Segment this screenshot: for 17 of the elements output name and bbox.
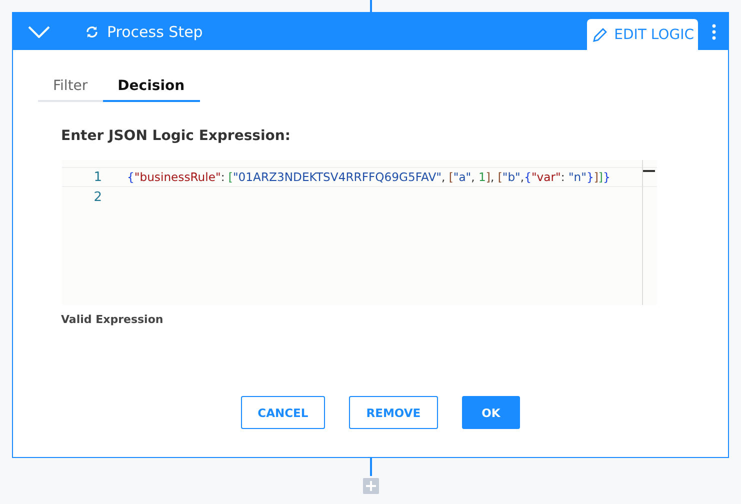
line-number: 1 bbox=[92, 170, 102, 184]
tab[interactable]: Filter bbox=[38, 74, 103, 102]
edit-logic-button[interactable]: EDIT LOGIC bbox=[587, 19, 698, 50]
sync-icon bbox=[85, 24, 99, 38]
code-editor[interactable]: 1 {"businessRule": ["01ARZ3NDEKTSV4RRFFQ69G5FAV", ["a", 1], ["b",{"var": "n"}]]} 2 bbox=[62, 160, 657, 305]
action-button[interactable]: REMOVE bbox=[349, 396, 438, 429]
action-button[interactable]: CANCEL bbox=[240, 396, 326, 429]
code-line: {"businessRule": ["01ARZ3NDEKTSV4RRFFQ69G5FAV", ["a", 1], ["b",{"var": "n"}]]} bbox=[127, 170, 610, 184]
tab[interactable]: Decision bbox=[102, 74, 200, 102]
pencil-icon bbox=[592, 26, 608, 42]
chevron-down-icon[interactable] bbox=[28, 26, 50, 38]
validation-message: Valid Expression bbox=[61, 313, 164, 326]
line-number: 2 bbox=[92, 190, 102, 204]
more-options-icon[interactable] bbox=[712, 24, 716, 40]
editor-label: Enter JSON Logic Expression: bbox=[61, 128, 292, 144]
card-title: Process Step bbox=[107, 22, 204, 40]
ok-button[interactable]: OK bbox=[462, 396, 520, 429]
